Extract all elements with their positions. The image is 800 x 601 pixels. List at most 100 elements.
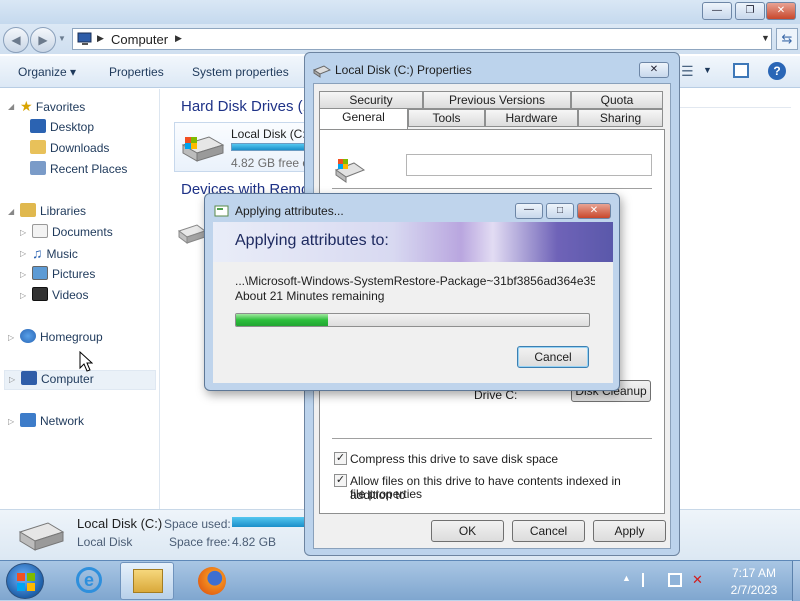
separator	[332, 188, 652, 189]
organize-button[interactable]: Organize ▾	[18, 65, 76, 79]
taskbar-firefox[interactable]	[184, 562, 238, 600]
nav-downloads[interactable]: Downloads	[30, 140, 109, 160]
close-button[interactable]: ✕	[577, 203, 611, 219]
nav-videos[interactable]: ▷ Videos	[20, 287, 88, 307]
tab-tools[interactable]: Tools	[408, 109, 485, 127]
expand-arrow-icon[interactable]: ▷	[8, 417, 14, 426]
nav-network[interactable]: ▷ Network	[8, 413, 85, 433]
group-hard-disk-drives[interactable]: Hard Disk Drives (1	[181, 98, 311, 115]
apply-button[interactable]: Apply	[593, 520, 666, 542]
tab-previous-versions[interactable]: Previous Versions	[423, 91, 571, 109]
tab-general[interactable]: General	[319, 108, 408, 130]
nav-pictures[interactable]: ▷ Pictures	[20, 266, 95, 286]
expand-arrow-icon[interactable]: ▷	[9, 375, 15, 384]
cancel-button[interactable]: Cancel	[517, 346, 589, 368]
maximize-button[interactable]: □	[546, 203, 574, 219]
help-icon[interactable]: ?	[768, 62, 786, 80]
drive-name: Local Disk (C:	[231, 127, 306, 141]
close-button[interactable]: ✕	[766, 2, 796, 20]
address-dropdown-icon[interactable]: ▼	[761, 33, 770, 43]
details-drive-type: Local Disk	[77, 535, 133, 549]
separator	[332, 438, 652, 439]
flag-icon[interactable]	[642, 573, 654, 587]
folder-icon	[133, 569, 163, 593]
nav-libraries[interactable]: ◢ Libraries	[8, 203, 87, 223]
compress-checkbox[interactable]: ✓	[334, 452, 347, 465]
close-button[interactable]: ✕	[639, 62, 669, 78]
tab-sharing[interactable]: Sharing	[578, 109, 663, 127]
network-tray-icon[interactable]	[668, 573, 682, 587]
properties-button[interactable]: Properties	[109, 65, 164, 79]
nav-favorites[interactable]: ◢ ★ Favorites	[8, 98, 85, 118]
views-dropdown-icon[interactable]: ▼	[703, 65, 712, 75]
nav-label: Downloads	[50, 141, 110, 155]
minimize-button[interactable]: —	[515, 203, 543, 219]
expand-arrow-icon[interactable]: ◢	[8, 102, 14, 111]
nav-label: Libraries	[40, 204, 87, 218]
nav-music[interactable]: ▷ ♫ Music	[20, 245, 78, 265]
address-bar[interactable]: ▶ Computer ▶ ▼	[72, 28, 772, 50]
nav-computer[interactable]: ▷ Computer	[4, 370, 156, 390]
explorer-titlebar[interactable]: — ❐ ✕	[0, 0, 800, 24]
apply-body: ...\Microsoft-Windows-SystemRestore-Pack…	[213, 262, 613, 383]
system-properties-button[interactable]: System properties	[192, 65, 289, 79]
libraries-icon	[20, 203, 36, 217]
nav-documents[interactable]: ▷ Documents	[20, 224, 113, 244]
documents-icon	[32, 224, 48, 238]
expand-arrow-icon[interactable]: ▷	[20, 228, 26, 237]
nav-label: Network	[40, 414, 85, 428]
drive-label-input[interactable]	[406, 154, 652, 176]
music-icon: ♫	[32, 245, 43, 261]
expand-arrow-icon[interactable]: ▷	[20, 291, 26, 300]
refresh-button[interactable]: ⇆	[776, 28, 798, 50]
arrow-right-icon: ▶	[38, 33, 48, 47]
nav-recent-places[interactable]: Recent Places	[30, 161, 127, 181]
pictures-icon	[32, 266, 48, 280]
ok-button[interactable]: OK	[431, 520, 504, 542]
drive-free-space: 4.82 GB free o	[231, 156, 310, 170]
expand-arrow-icon[interactable]: ▷	[20, 270, 26, 279]
homegroup-icon	[20, 329, 36, 343]
drive-c-tile[interactable]: Local Disk (C: 4.82 GB free o	[174, 122, 324, 172]
preview-pane-icon[interactable]	[733, 63, 749, 78]
tab-quota[interactable]: Quota	[571, 91, 663, 109]
nav-label: Pictures	[52, 267, 96, 281]
properties-dialog-title: Local Disk (C:) Properties	[335, 63, 472, 77]
show-desktop-button[interactable]	[792, 561, 800, 601]
taskbar-internet-explorer[interactable]: e	[62, 562, 116, 600]
start-button[interactable]	[6, 563, 44, 599]
restore-button[interactable]: ❐	[735, 2, 765, 20]
apply-banner: Applying attributes to:	[213, 222, 613, 262]
clock-date: 2/7/2023	[730, 583, 778, 597]
desktop-icon	[30, 119, 46, 133]
chevron-right-icon[interactable]: ▶	[97, 33, 104, 44]
cancel-button[interactable]: Cancel	[512, 520, 585, 542]
views-icon[interactable]: ☰	[681, 63, 694, 80]
minimize-button[interactable]: —	[702, 2, 732, 20]
recent-pages-icon[interactable]: ▼	[58, 34, 66, 43]
tab-security[interactable]: Security	[319, 91, 423, 109]
nav-homegroup[interactable]: ▷ Homegroup	[8, 329, 103, 349]
chevron-right-icon[interactable]: ▶	[175, 33, 182, 44]
forward-button[interactable]: ▶	[30, 27, 56, 53]
volume-muted-icon[interactable]: ✕	[692, 573, 706, 587]
taskbar-windows-explorer[interactable]	[120, 562, 174, 600]
current-file-path: ...\Microsoft-Windows-SystemRestore-Pack…	[235, 274, 595, 288]
clock[interactable]: 7:17 AM 2/7/2023	[718, 566, 790, 597]
expand-arrow-icon[interactable]: ▷	[20, 249, 26, 258]
expand-arrow-icon[interactable]: ◢	[8, 207, 14, 216]
index-checkbox[interactable]: ✓	[334, 474, 347, 487]
nav-label: Music	[46, 247, 78, 261]
star-icon: ★	[20, 98, 33, 114]
firefox-icon	[198, 567, 226, 595]
tab-hardware[interactable]: Hardware	[485, 109, 578, 127]
drive-icon	[334, 159, 366, 183]
nav-desktop[interactable]: Desktop	[30, 119, 94, 139]
hard-drive-icon	[181, 136, 225, 162]
expand-arrow-icon[interactable]: ▷	[8, 333, 14, 342]
back-button[interactable]: ◀	[3, 27, 29, 53]
breadcrumb-computer[interactable]: Computer	[111, 32, 168, 47]
show-hidden-icons[interactable]: ▲	[622, 573, 636, 587]
apply-heading: Applying attributes to:	[235, 232, 389, 249]
nav-label: Desktop	[50, 120, 95, 134]
